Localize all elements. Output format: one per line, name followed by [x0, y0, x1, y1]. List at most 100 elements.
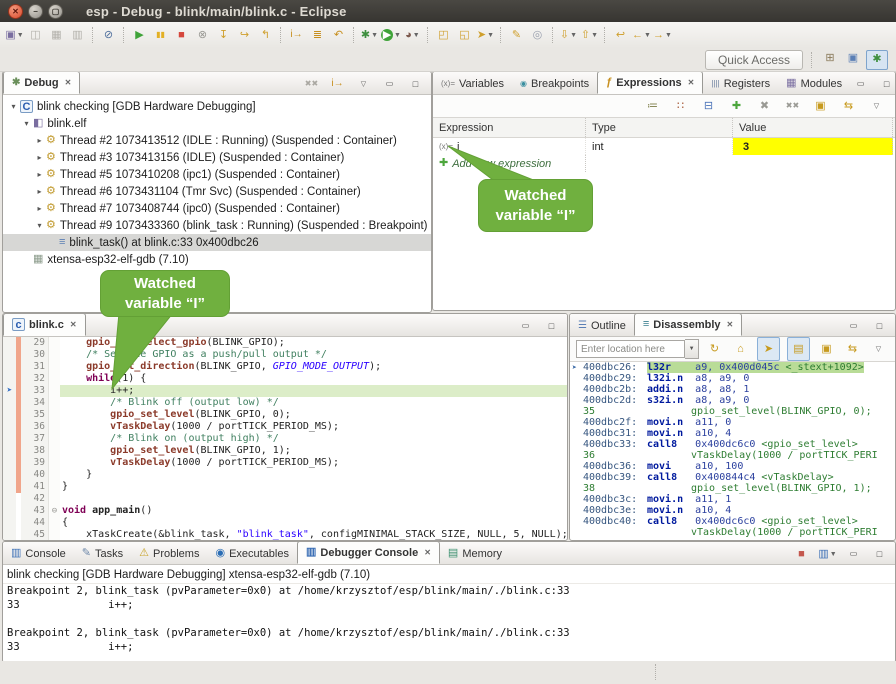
maximize-button[interactable]: □ [870, 316, 889, 336]
collapse-all-button[interactable]: ⊟ [699, 96, 718, 116]
disasm-row[interactable]: 400dbc2f:movi.n a11, 0 [570, 417, 895, 428]
code-text[interactable]: vTaskDelay(1000 / portTICK_PERIOD_MS); [60, 457, 567, 469]
code-text[interactable]: gpio_set_level(BLINK_GPIO, 1); [60, 445, 567, 457]
remove-expression-button[interactable]: ✖ [755, 96, 774, 116]
code-text[interactable]: xTaskCreate(&blink_task, "blink_task", c… [60, 529, 568, 541]
code-text[interactable]: while(1) { [60, 373, 567, 385]
minimize-button[interactable]: ▭ [380, 74, 399, 94]
disasm-row[interactable]: 400dbc3c:movi.n a11, 1 [570, 494, 895, 505]
skip-breakpoints-button[interactable]: ⊘ [99, 25, 118, 45]
column-header-value[interactable]: Value [733, 118, 893, 137]
tab-variables[interactable]: (x)=Variables [433, 73, 512, 94]
expand-arrow-icon[interactable]: ▸ [33, 204, 46, 213]
tab-breakpoints[interactable]: ◉Breakpoints [512, 73, 597, 94]
step-over-button[interactable]: ↪ [235, 25, 254, 45]
breakpoint-ruler-cell[interactable] [3, 433, 16, 445]
dropdown-arrow-icon[interactable]: ▼ [591, 32, 598, 39]
expand-arrow-icon[interactable]: ▸ [33, 170, 46, 179]
mark-occurrences-button[interactable]: ✎ [507, 25, 526, 45]
code-text[interactable]: /* Blink off (output low) */ [60, 397, 567, 409]
fold-marker[interactable]: ⊖ [48, 505, 60, 517]
run-menu-button[interactable]: ▶▼ [381, 25, 401, 45]
follow-current-button[interactable]: ➤ [757, 337, 780, 361]
tree-row[interactable]: ≡blink_task() at blink.c:33 0x400dbc26 [3, 234, 431, 251]
breakpoint-ruler-cell[interactable]: ➤ [3, 385, 16, 397]
minimize-button[interactable]: ▭ [516, 316, 535, 336]
disasm-row[interactable]: 400dbc29:l32i.n a8, a9, 0 [570, 373, 895, 384]
view-menu-button[interactable]: ▽ [867, 96, 886, 116]
close-window-button[interactable]: ✕ [8, 4, 23, 19]
console-output[interactable]: Breakpoint 2, blink_task (pvParameter=0x… [3, 584, 895, 654]
tab-console[interactable]: ▥Console [3, 543, 74, 564]
tab-registers[interactable]: ||||Registers [703, 73, 778, 94]
last-edit-button[interactable]: ↩ [611, 25, 630, 45]
world-button[interactable]: ◎ [528, 25, 547, 45]
maximize-button[interactable]: □ [877, 74, 896, 94]
tree-row[interactable]: ▦xtensa-esp32-elf-gdb (7.10) [3, 251, 431, 268]
code-text[interactable]: { [60, 517, 567, 529]
disasm-row[interactable]: 35gpio_set_level(BLINK_GPIO, 0); [570, 406, 895, 417]
tab-tasks[interactable]: ✎Tasks [74, 543, 131, 564]
instruction-stepping-button[interactable]: i→ [328, 74, 347, 94]
tree-row[interactable]: ▸⚙Thread #2 1073413512 (IDLE : Running) … [3, 132, 431, 149]
dropdown-arrow-icon[interactable]: ▼ [394, 32, 401, 39]
code-text[interactable]: gpio_set_level(BLINK_GPIO, 0); [60, 409, 567, 421]
location-combo-dropdown[interactable]: ▼ [685, 339, 699, 359]
quick-access-button[interactable]: Quick Access [705, 50, 803, 70]
breakpoint-ruler-cell[interactable] [3, 457, 16, 469]
add-expression-button[interactable]: ✚ [727, 96, 746, 116]
breakpoint-ruler-cell[interactable] [3, 421, 16, 433]
code-text[interactable]: gpio_set_direction(BLINK_GPIO, GPIO_MODE… [60, 361, 567, 373]
step-return-button[interactable]: ↰ [256, 25, 275, 45]
tab-executables[interactable]: ◉Executables [207, 543, 297, 564]
column-header-expression[interactable]: Expression [433, 118, 586, 137]
expand-arrow-icon[interactable]: ▸ [33, 136, 46, 145]
breakpoint-ruler-cell[interactable] [3, 361, 16, 373]
expand-arrow-icon[interactable]: ▸ [33, 153, 46, 162]
tab-modules[interactable]: ▦Modules [778, 73, 850, 94]
disasm-row[interactable]: 400dbc2b:addi.n a8, a8, 1 [570, 384, 895, 395]
close-tab-icon[interactable]: ✕ [65, 78, 72, 87]
expand-arrow-icon[interactable]: ▾ [33, 221, 46, 230]
dropdown-arrow-icon[interactable]: ▼ [17, 32, 24, 39]
save-button[interactable]: ◫ [26, 25, 45, 45]
expand-arrow-icon[interactable]: ▾ [7, 102, 20, 111]
tab-outline[interactable]: ☰Outline [570, 315, 634, 336]
tree-row[interactable]: ▸⚙Thread #5 1073410208 (ipc1) (Suspended… [3, 166, 431, 183]
maximize-button[interactable]: □ [542, 316, 561, 336]
terminate-button[interactable]: ■ [172, 25, 191, 45]
code-text[interactable]: /* Set the GPIO as a push/pull output */ [60, 349, 567, 361]
suspend-button[interactable]: ▮▮ [151, 25, 170, 45]
close-tab-icon[interactable]: ✕ [727, 320, 734, 329]
show-source-toggle-button[interactable]: ▤ [787, 337, 810, 361]
disasm-row[interactable]: 400dbc40:call8 0x400dc6c0 <gpio_set_leve… [570, 516, 895, 527]
disasm-row[interactable]: 400dbc36:movi a10, 100 [570, 461, 895, 472]
expand-arrow-icon[interactable]: ▾ [20, 119, 33, 128]
code-text[interactable]: } [60, 469, 567, 481]
code-text[interactable]: vTaskDelay(1000 / portTICK_PERIOD_MS); [60, 421, 567, 433]
minimize-window-button[interactable]: − [28, 4, 43, 19]
expand-arrow-icon[interactable]: ▸ [33, 187, 46, 196]
breakpoint-ruler-cell[interactable] [3, 445, 16, 457]
column-header-type[interactable]: Type [586, 118, 733, 137]
code-text[interactable]: } [60, 481, 567, 493]
code-text[interactable] [60, 493, 567, 505]
minimize-button[interactable]: ▭ [851, 74, 870, 94]
link-view-button[interactable]: ⇆ [843, 339, 862, 359]
breakpoint-ruler-cell[interactable] [3, 481, 16, 493]
debug-perspective-button[interactable]: ✱ [866, 50, 888, 70]
prev-annotation-button[interactable]: ⇧▼ [580, 25, 599, 45]
step-into-button[interactable]: ↧ [214, 25, 233, 45]
breakpoint-ruler-cell[interactable] [3, 373, 16, 385]
add-new-expression-row[interactable]: ✚Add new expression [433, 155, 895, 172]
view-menu-button[interactable]: ▽ [869, 339, 888, 359]
close-tab-icon[interactable]: ✕ [688, 78, 695, 87]
location-combo[interactable]: Enter location here [576, 340, 685, 358]
code-area[interactable]: 29 gpio_pad_select_gpio(BLINK_GPIO);30 /… [3, 337, 567, 541]
disasm-row[interactable]: vTaskDelay(1000 / portTICK_PERI [570, 527, 895, 538]
new-view-button[interactable]: ▣ [811, 96, 830, 116]
disasm-row[interactable]: ➤400dbc26:l32r a9, 0x400d045c <_stext+10… [570, 362, 895, 373]
disassembly-listing[interactable]: ➤400dbc26:l32r a9, 0x400d045c <_stext+10… [570, 362, 895, 538]
breakpoint-ruler-cell[interactable] [3, 337, 16, 349]
code-text[interactable]: gpio_pad_select_gpio(BLINK_GPIO); [60, 337, 567, 349]
